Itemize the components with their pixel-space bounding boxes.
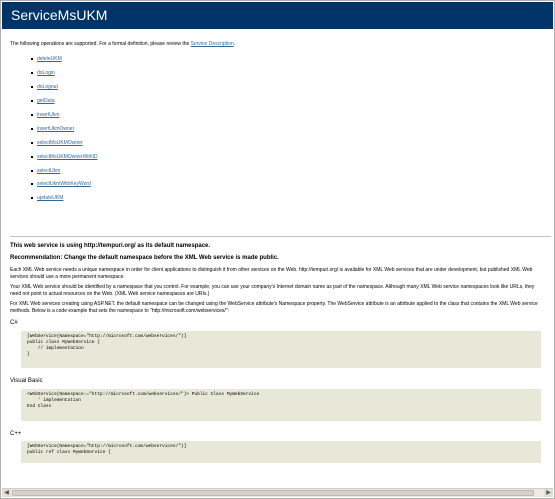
operation-link-insertukmowner[interactable]: insertUkmOwner [37, 126, 74, 132]
code-sample-cpp: [WebService(Namespace="http://microsoft.… [21, 441, 541, 463]
list-item: doLogout [31, 84, 98, 98]
namespace-notice: This web service is using http://tempuri… [10, 243, 211, 249]
namespace-paragraph-2: Your XML Web service should be identifie… [10, 284, 535, 297]
scroll-right-arrow-icon[interactable]: ▶ [544, 489, 553, 497]
operation-link-updateukm[interactable]: updateUKM [37, 195, 63, 201]
operation-link-getdata[interactable]: getData [37, 98, 55, 104]
operation-link-deleteukm[interactable]: deleteUKM [37, 56, 62, 62]
operation-link-selectukmwithkeyword[interactable]: selectUkmWithKeyWord [37, 181, 91, 187]
page-heading: ServiceMsUKM [2, 2, 553, 29]
intro-text: The following operations are supported. … [10, 41, 235, 48]
namespace-paragraph-1: Each XML Web service needs a unique name… [10, 267, 533, 280]
list-item: doLogin [31, 70, 98, 84]
horizontal-scrollbar[interactable]: ◀ ▶ [2, 488, 553, 497]
divider [10, 236, 551, 237]
operation-link-selectukm[interactable]: selectUkm [37, 168, 60, 174]
operations-list: deleteUKM doLogin doLogout getData inser… [31, 56, 98, 209]
code-sample-vb: <WebService(Namespace:="http://microsoft… [21, 389, 541, 421]
operation-link-dologin[interactable]: doLogin [37, 70, 55, 76]
list-item: selectMsUKMOwner [31, 140, 98, 154]
intro-sentence: The following operations are supported. … [10, 41, 190, 47]
code-language-csharp: C# [10, 320, 18, 326]
service-description-link[interactable]: Service Description [191, 41, 234, 47]
operation-link-selectmsukmowner[interactable]: selectMsUKMOwner [37, 140, 83, 146]
browser-page: ServiceMsUKM The following operations ar… [0, 0, 555, 499]
list-item: insertUkm [31, 112, 98, 126]
namespace-paragraph-3: For XML Web services creating using ASP.… [10, 301, 538, 314]
list-item: selectUkm [31, 168, 98, 182]
code-sample-csharp: [WebService(Namespace="http://microsoft.… [21, 331, 541, 368]
list-item: insertUkmOwner [31, 126, 98, 140]
list-item: getData [31, 98, 98, 112]
list-item: selectUkmWithKeyWord [31, 181, 98, 195]
list-item: updateUKM [31, 195, 98, 209]
namespace-recommendation: Recommendation: Change the default names… [10, 255, 279, 261]
operation-link-insertukm[interactable]: insertUkm [37, 112, 60, 118]
list-item: selectMsUKMOwnerWithID [31, 154, 98, 168]
list-item: deleteUKM [31, 56, 98, 70]
scroll-left-arrow-icon[interactable]: ◀ [2, 489, 11, 497]
code-language-vb: Visual Basic [10, 378, 43, 384]
operation-link-selectmsukmownerwithid[interactable]: selectMsUKMOwnerWithID [37, 154, 98, 160]
code-language-cpp: C++ [10, 431, 22, 437]
operation-link-dologout[interactable]: doLogout [37, 84, 58, 90]
intro-end: . [233, 41, 236, 47]
scrollbar-thumb[interactable] [12, 490, 534, 496]
